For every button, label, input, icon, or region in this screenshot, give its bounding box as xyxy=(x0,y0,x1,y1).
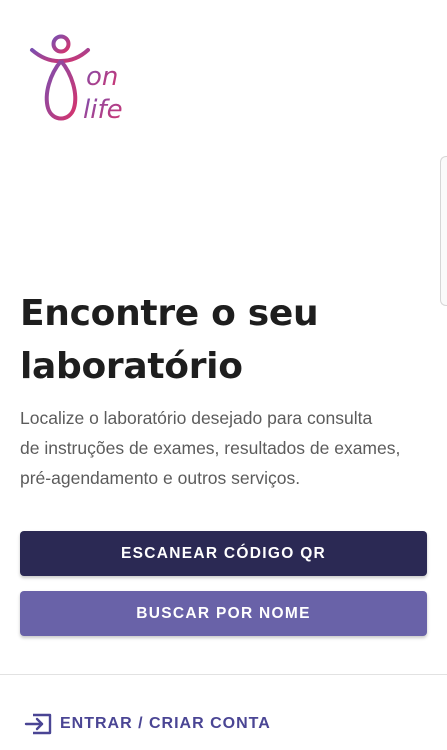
logo-text-life: life xyxy=(83,95,123,125)
login-enter-icon xyxy=(24,712,54,736)
divider xyxy=(0,674,447,675)
login-create-account-link[interactable]: ENTRAR / CRIAR CONTA xyxy=(24,710,271,738)
page-title-line1: Encontre o seu xyxy=(20,293,319,334)
search-by-name-button[interactable]: BUSCAR POR NOME xyxy=(20,591,427,636)
page-title: Encontre o seu laboratório xyxy=(20,287,420,393)
description-line1: Localize o laboratório desejado para con… xyxy=(20,408,373,428)
description-line3: pré-agendamento e outros serviços. xyxy=(20,468,301,488)
drawer-handle[interactable] xyxy=(440,156,447,306)
onlife-person-icon: on life xyxy=(30,34,123,125)
page-title-line2: laboratório xyxy=(20,346,243,387)
logo-text-on: on xyxy=(86,62,118,92)
page-description: Localize o laboratório desejado para con… xyxy=(20,403,420,493)
onlife-logo: on life xyxy=(28,34,138,128)
description-line2: de instruções de exames, resultados de e… xyxy=(20,438,401,458)
scan-qr-button[interactable]: ESCANEAR CÓDIGO QR xyxy=(20,531,427,576)
login-link-label: ENTRAR / CRIAR CONTA xyxy=(60,715,271,732)
